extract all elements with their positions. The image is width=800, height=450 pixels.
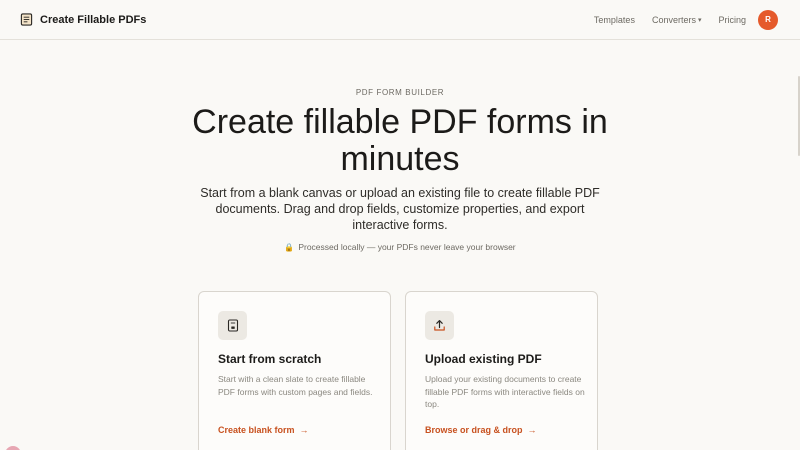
hero-title: Create fillable PDF forms in minutes — [192, 103, 608, 178]
document-icon — [20, 13, 33, 26]
card-description: Upload your existing documents to create… — [425, 374, 585, 409]
card-description: Start with a clean slate to create filla… — [218, 374, 373, 397]
user-avatar[interactable]: R — [758, 9, 778, 30]
privacy-note: 🔒 Processed locally — your PDFs never lea… — [0, 242, 800, 252]
upload-icon — [425, 311, 454, 340]
nav-pricing-link[interactable]: Pricing — [718, 15, 746, 25]
nav-converters-dropdown[interactable]: Converters ▾ — [652, 15, 702, 25]
arrow-right-icon: → — [527, 425, 537, 435]
browse-drag-drop-link[interactable]: Browse or drag & drop → — [425, 425, 537, 435]
privacy-note-text: Processed locally — your PDFs never leav… — [298, 242, 516, 252]
nav-links: Templates Converters ▾ Pricing R — [594, 9, 778, 30]
top-navbar: Create Fillable PDFs Templates Converter… — [0, 0, 800, 40]
upload-existing-pdf-card[interactable]: Upload existing PDF Upload your existing… — [405, 291, 598, 450]
create-blank-form-link[interactable]: Create blank form → — [218, 425, 309, 435]
start-from-scratch-card[interactable]: Start from scratch Start with a clean sl… — [198, 291, 391, 450]
brand-name: Create Fillable PDFs — [40, 13, 147, 26]
nav-templates-link[interactable]: Templates — [594, 15, 635, 25]
lock-icon: 🔒 — [284, 243, 295, 252]
card-link-label: Browse or drag & drop — [425, 425, 523, 435]
card-title: Upload existing PDF — [425, 352, 542, 366]
card-title: Start from scratch — [218, 352, 322, 366]
chat-widget-button[interactable] — [5, 446, 21, 450]
brand-logo[interactable]: Create Fillable PDFs — [20, 13, 146, 26]
hero-eyebrow: PDF FORM BUILDER — [355, 88, 445, 97]
card-link-label: Create blank form — [218, 425, 295, 435]
arrow-right-icon: → — [299, 425, 309, 435]
hero-subtitle: Start from a blank canvas or upload an e… — [200, 186, 600, 232]
chevron-down-icon: ▾ — [697, 16, 702, 24]
blank-document-icon — [218, 311, 247, 340]
nav-converters-label: Converters — [651, 14, 696, 25]
